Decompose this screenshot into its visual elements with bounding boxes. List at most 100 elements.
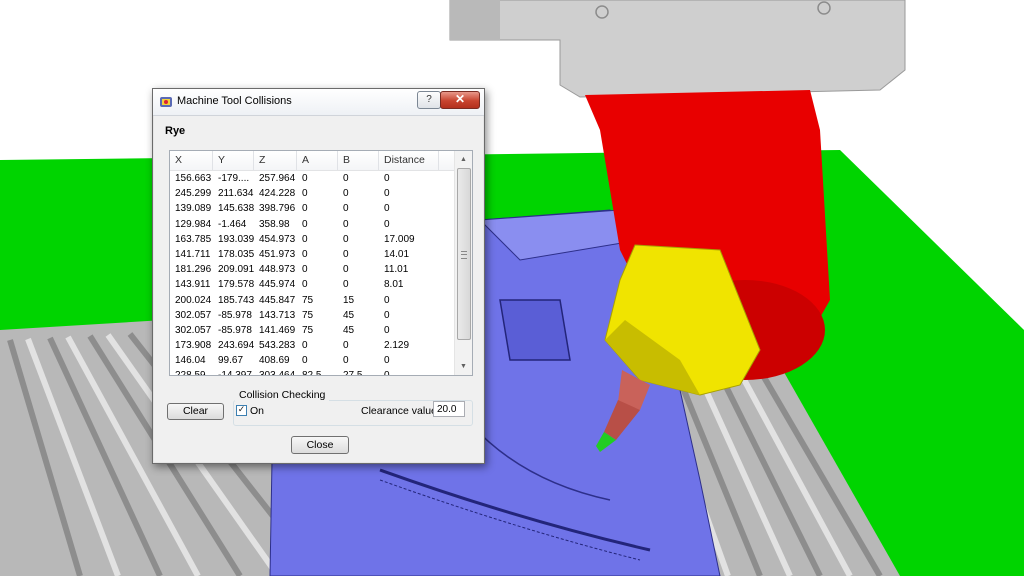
table-row[interactable]: 245.299 211.634 424.228 0 0 0 <box>170 186 456 201</box>
cell-x: 181.296 <box>175 264 212 276</box>
column-header-distance[interactable]: Distance <box>379 151 439 170</box>
cell-b: 0 <box>343 203 349 215</box>
cell-b: 0 <box>343 218 349 230</box>
cell-b: 0 <box>343 248 349 260</box>
cell-x: 200.024 <box>175 294 212 306</box>
cell-z: 445.974 <box>259 279 296 291</box>
table-scrollbar[interactable]: ▲ ▼ <box>454 151 472 375</box>
column-header-x[interactable]: X <box>170 151 213 170</box>
cell-b: 27.5 <box>343 370 363 376</box>
cell-y: -85.978 <box>218 324 252 336</box>
cell-y: 211.634 <box>218 188 254 200</box>
table-row[interactable]: 173.908 243.694 543.283 0 0 2.129 <box>170 338 456 353</box>
cell-a: 0 <box>302 355 308 367</box>
cell-a: 0 <box>302 203 308 215</box>
cell-z: 398.796 <box>259 203 296 215</box>
cell-distance: 0 <box>384 173 390 184</box>
collision-checking-label: Collision Checking <box>235 389 330 401</box>
cell-y: -1.464 <box>218 218 247 230</box>
table-row[interactable]: 228.59 -14.397 303.464 82.5 27.5 0 <box>170 368 456 376</box>
table-row[interactable]: 181.296 209.091 448.973 0 0 11.01 <box>170 262 456 277</box>
cell-b: 0 <box>343 279 349 291</box>
on-label: On <box>250 405 265 417</box>
table-row[interactable]: 143.911 179.578 445.974 0 0 8.01 <box>170 277 456 292</box>
cell-distance: 17.009 <box>384 233 415 245</box>
cell-y: -179.... <box>218 173 250 184</box>
close-button[interactable]: Close <box>291 436 349 454</box>
clearance-value-input[interactable] <box>433 401 465 417</box>
table-row[interactable]: 156.663 -179.... 257.964 0 0 0 <box>170 171 456 186</box>
cell-a: 0 <box>302 340 308 352</box>
cell-y: -14.397 <box>218 370 252 376</box>
cell-x: 173.908 <box>175 340 212 352</box>
cell-y: -85.978 <box>218 309 252 321</box>
cell-distance: 14.01 <box>384 248 410 260</box>
clear-button[interactable]: Clear <box>167 403 224 420</box>
table-header: X Y Z A B Distance <box>170 151 456 171</box>
clearance-value-label: Clearance value <box>361 405 437 417</box>
cell-x: 141.711 <box>175 248 211 260</box>
column-header-z[interactable]: Z <box>254 151 297 170</box>
cell-x: 143.911 <box>175 279 211 291</box>
table-row[interactable]: 163.785 193.039 454.973 0 0 17.009 <box>170 232 456 247</box>
cell-a: 0 <box>302 218 308 230</box>
cell-a: 0 <box>302 188 308 200</box>
cell-distance: 0 <box>384 218 390 230</box>
table-row[interactable]: 200.024 185.743 445.847 75 15 0 <box>170 293 456 308</box>
cell-x: 245.299 <box>175 188 212 200</box>
cell-z: 143.713 <box>259 309 296 321</box>
toolpath-name: Rye <box>165 125 186 137</box>
cell-y: 179.578 <box>218 279 254 291</box>
collisions-table[interactable]: X Y Z A B Distance 156.663 -179.... 257.96… <box>169 150 473 376</box>
cell-a: 75 <box>302 294 314 306</box>
cell-z: 358.98 <box>259 218 290 230</box>
cell-z: 257.964 <box>259 173 296 184</box>
table-row[interactable]: 141.711 178.035 451.973 0 0 14.01 <box>170 247 456 262</box>
scrollbar-thumb[interactable] <box>457 168 471 340</box>
table-body: 156.663 -179.... 257.964 0 0 0 245.299 211.634 4… <box>170 171 456 376</box>
cell-y: 209.091 <box>218 264 254 276</box>
cell-distance: 0 <box>384 324 390 336</box>
column-header-y[interactable]: Y <box>213 151 254 170</box>
cell-a: 82.5 <box>302 370 322 376</box>
table-row[interactable]: 129.984 -1.464 358.98 0 0 0 <box>170 217 456 232</box>
help-button[interactable]: ? <box>417 91 441 109</box>
cell-z: 303.464 <box>259 370 296 376</box>
scroll-up-icon[interactable]: ▲ <box>455 151 472 168</box>
cell-y: 185.743 <box>218 294 254 306</box>
machine-head-shade <box>450 0 500 40</box>
column-header-b[interactable]: B <box>338 151 379 170</box>
cell-x: 302.057 <box>175 324 212 336</box>
cell-y: 99.67 <box>218 355 244 367</box>
cell-b: 0 <box>343 264 349 276</box>
cell-y: 193.039 <box>218 233 254 245</box>
workpiece-pocket <box>499 299 571 361</box>
table-row[interactable]: 146.04 99.67 408.69 0 0 0 <box>170 353 456 368</box>
cell-distance: 0 <box>384 294 390 306</box>
cell-b: 0 <box>343 340 349 352</box>
window-title: Machine Tool Collisions <box>177 95 292 107</box>
cell-a: 0 <box>302 264 308 276</box>
cell-a: 75 <box>302 309 314 321</box>
window-close-button[interactable]: ✕ <box>440 91 480 109</box>
app-icon <box>160 97 172 107</box>
cell-distance: 0 <box>384 309 390 321</box>
cell-z: 451.973 <box>259 248 296 260</box>
title-bar[interactable]: Machine Tool Collisions ? ✕ <box>153 89 484 116</box>
table-row[interactable]: 302.057 -85.978 143.713 75 45 0 <box>170 308 456 323</box>
cell-y: 178.035 <box>218 248 254 260</box>
cell-x: 302.057 <box>175 309 212 321</box>
cell-distance: 2.129 <box>384 340 410 352</box>
on-checkbox[interactable]: ✓ <box>236 405 247 416</box>
cell-a: 0 <box>302 248 308 260</box>
cell-x: 228.59 <box>175 370 206 376</box>
table-row[interactable]: 139.089 145.638 398.796 0 0 0 <box>170 201 456 216</box>
cell-x: 156.663 <box>175 173 212 184</box>
scroll-down-icon[interactable]: ▼ <box>455 358 472 375</box>
cell-b: 0 <box>343 355 349 367</box>
cell-z: 448.973 <box>259 264 296 276</box>
table-row[interactable]: 302.057 -85.978 141.469 75 45 0 <box>170 323 456 338</box>
machine-head <box>449 0 906 98</box>
grip-icon <box>461 251 467 259</box>
column-header-a[interactable]: A <box>297 151 338 170</box>
